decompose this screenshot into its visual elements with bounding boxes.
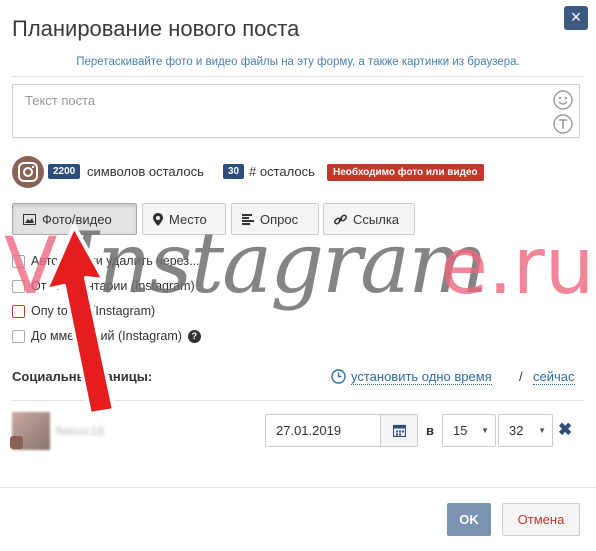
chevron-down-icon: ▼ — [481, 426, 489, 435]
at-label: в — [426, 423, 434, 438]
now-link[interactable]: сейчас — [533, 369, 575, 385]
chars-remaining-label: символов осталось — [87, 164, 204, 179]
calendar-button[interactable] — [380, 414, 418, 447]
dialog-title: Планирование нового поста — [12, 16, 300, 41]
media-required-badge: Необходимо фото или видео — [327, 164, 484, 181]
ok-button[interactable]: OK — [447, 503, 491, 536]
chars-remaining-badge: 2200 — [48, 164, 81, 179]
close-button[interactable]: × — [564, 6, 588, 30]
hour-select[interactable]: 15 ▼ — [442, 414, 496, 447]
hashtags-remaining-badge: 30 — [223, 164, 245, 179]
red-arrow-annotation — [44, 224, 116, 416]
checkbox[interactable] — [12, 329, 25, 343]
instagram-avatar — [12, 156, 44, 188]
upload-hint: Перетаскивайте фото и видео файлы на эту… — [76, 56, 520, 68]
instagram-icon — [18, 162, 38, 182]
date-input[interactable]: 27.01.2019 — [265, 414, 381, 447]
remove-icon[interactable]: ✖ — [558, 420, 572, 440]
account-name: flatsoc18 — [56, 424, 105, 438]
footer-divider — [0, 487, 596, 488]
text-format-icon[interactable] — [552, 113, 574, 135]
help-icon[interactable]: ? — [187, 329, 201, 343]
set-one-time-link[interactable]: установить одно время — [351, 369, 492, 385]
chevron-down-icon: ▼ — [538, 426, 546, 435]
minute-value: 32 — [509, 423, 524, 438]
watermark-part-3: e.ru — [440, 222, 595, 312]
minute-select[interactable]: 32 ▼ — [498, 414, 553, 447]
separator: / — [519, 369, 523, 384]
instagram-small-icon — [10, 436, 23, 449]
divider — [12, 76, 584, 77]
hour-value: 15 — [453, 423, 468, 438]
cancel-button[interactable]: Отмена — [502, 503, 580, 536]
calendar-icon — [392, 424, 406, 437]
hashtags-remaining-label: # осталось — [249, 164, 315, 179]
clock-icon — [331, 369, 346, 384]
post-text-input[interactable]: Текст поста — [12, 84, 580, 138]
emoji-icon[interactable] — [552, 89, 574, 111]
